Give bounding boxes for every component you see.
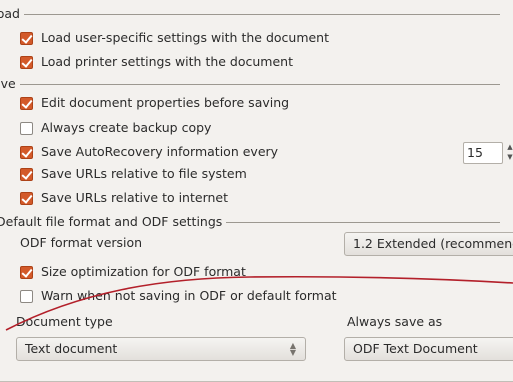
- option-label: Size optimization for ODF format: [41, 264, 246, 279]
- checkbox-unchecked-icon[interactable]: [20, 289, 33, 303]
- always-save-as-dropdown[interactable]: ODF Text Document: [344, 337, 513, 361]
- checkbox-unchecked-icon[interactable]: [20, 121, 33, 135]
- autorecovery-minutes-input[interactable]: 15: [463, 142, 503, 164]
- option-label: Edit document properties before saving: [41, 95, 290, 110]
- load-user-settings-option[interactable]: Load user-specific settings with the doc…: [20, 28, 329, 48]
- checkbox-checked-icon[interactable]: [20, 265, 33, 279]
- format-section-title: Default file format and ODF settings: [0, 214, 227, 230]
- size-optimization-option[interactable]: Size optimization for ODF format: [20, 262, 246, 282]
- dropdown-arrows-icon: ▲ ▼: [289, 341, 297, 357]
- option-label: Always create backup copy: [41, 120, 212, 135]
- load-printer-settings-option[interactable]: Load printer settings with the document: [20, 52, 293, 72]
- always-save-as-label: Always save as: [347, 314, 443, 329]
- backup-copy-option[interactable]: Always create backup copy: [20, 118, 211, 138]
- urls-internet-option[interactable]: Save URLs relative to internet: [20, 188, 228, 208]
- urls-file-system-option[interactable]: Save URLs relative to file system: [20, 164, 247, 184]
- warn-non-odf-option[interactable]: Warn when not saving in ODF or default f…: [20, 286, 337, 306]
- odf-version-label: ODF format version: [20, 235, 143, 250]
- option-label: Save URLs relative to internet: [41, 190, 229, 205]
- checkbox-checked-icon[interactable]: [20, 145, 33, 159]
- save-section-line: [0, 84, 500, 85]
- option-label: Load user-specific settings with the doc…: [41, 30, 330, 45]
- save-section-title: Save: [0, 76, 20, 92]
- document-type-value: Text document: [25, 341, 118, 356]
- checkbox-checked-icon[interactable]: [20, 191, 33, 205]
- load-section-title: Load: [0, 6, 24, 22]
- option-label: Load printer settings with the document: [41, 54, 294, 69]
- checkbox-checked-icon[interactable]: [20, 96, 33, 110]
- checkbox-checked-icon[interactable]: [20, 55, 33, 69]
- checkbox-checked-icon[interactable]: [20, 31, 33, 45]
- edit-properties-option[interactable]: Edit document properties before saving: [20, 93, 289, 113]
- odf-version-value: 1.2 Extended (recommended): [353, 236, 513, 251]
- checkbox-checked-icon[interactable]: [20, 167, 33, 181]
- odf-version-dropdown[interactable]: 1.2 Extended (recommended): [344, 232, 513, 256]
- option-label: Warn when not saving in ODF or default f…: [41, 288, 337, 303]
- autorecovery-option[interactable]: Save AutoRecovery information every: [20, 142, 278, 162]
- option-label: Save AutoRecovery information every: [41, 144, 279, 159]
- option-label: Save URLs relative to file system: [41, 166, 247, 181]
- document-type-dropdown[interactable]: Text document ▲ ▼: [16, 337, 306, 361]
- spinner-arrows-icon[interactable]: ▲ ▼: [505, 142, 513, 164]
- document-type-label: Document type: [16, 314, 113, 329]
- load-section-line: [0, 14, 500, 15]
- always-save-as-value: ODF Text Document: [353, 341, 478, 356]
